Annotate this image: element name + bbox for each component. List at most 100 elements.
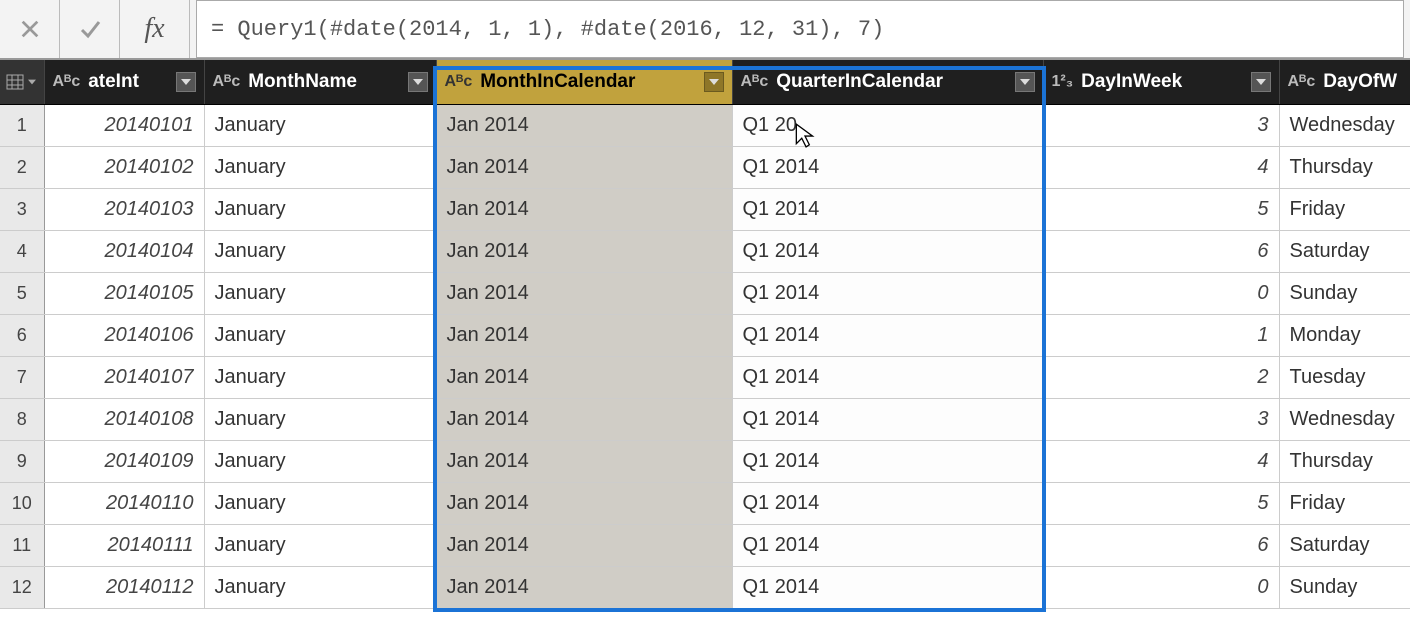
cell-mic[interactable]: Jan 2014: [436, 356, 732, 398]
table-row[interactable]: 1120140111JanuaryJan 2014Q1 20146Saturda…: [0, 524, 1410, 566]
cell-dateint[interactable]: 20140102: [44, 146, 204, 188]
cell-month[interactable]: January: [204, 314, 436, 356]
cell-month[interactable]: January: [204, 230, 436, 272]
cell-diw[interactable]: 2: [1043, 356, 1279, 398]
cell-qic[interactable]: Q1 2014: [732, 398, 1043, 440]
cell-dow[interactable]: Saturday: [1279, 524, 1410, 566]
column-header-dow[interactable]: AᴮᴄDayOfW: [1279, 60, 1410, 104]
cell-diw[interactable]: 3: [1043, 104, 1279, 146]
cell-dateint[interactable]: 20140101: [44, 104, 204, 146]
cell-rownum[interactable]: 7: [0, 356, 44, 398]
cell-rownum[interactable]: 11: [0, 524, 44, 566]
cell-month[interactable]: January: [204, 398, 436, 440]
cell-diw[interactable]: 4: [1043, 440, 1279, 482]
table-row[interactable]: 720140107JanuaryJan 2014Q1 20142Tuesday: [0, 356, 1410, 398]
cell-diw[interactable]: 5: [1043, 482, 1279, 524]
cell-dow[interactable]: Wednesday: [1279, 398, 1410, 440]
cell-dateint[interactable]: 20140110: [44, 482, 204, 524]
cell-dateint[interactable]: 20140112: [44, 566, 204, 608]
cell-mic[interactable]: Jan 2014: [436, 524, 732, 566]
cell-dow[interactable]: Friday: [1279, 188, 1410, 230]
table-row[interactable]: 620140106JanuaryJan 2014Q1 20141Monday: [0, 314, 1410, 356]
cell-dow[interactable]: Sunday: [1279, 272, 1410, 314]
cell-mic[interactable]: Jan 2014: [436, 230, 732, 272]
cell-dow[interactable]: Thursday: [1279, 146, 1410, 188]
cell-dateint[interactable]: 20140104: [44, 230, 204, 272]
cell-rownum[interactable]: 8: [0, 398, 44, 440]
column-header-diw[interactable]: 1²₃DayInWeek: [1043, 60, 1279, 104]
cell-rownum[interactable]: 9: [0, 440, 44, 482]
cell-dateint[interactable]: 20140106: [44, 314, 204, 356]
cell-qic[interactable]: Q1 2014: [732, 272, 1043, 314]
cell-dow[interactable]: Saturday: [1279, 230, 1410, 272]
column-header-mic[interactable]: AᴮᴄMonthInCalendar: [436, 60, 732, 104]
cell-diw[interactable]: 3: [1043, 398, 1279, 440]
column-header-month[interactable]: AᴮᴄMonthName: [204, 60, 436, 104]
cell-dateint[interactable]: 20140108: [44, 398, 204, 440]
cell-mic[interactable]: Jan 2014: [436, 440, 732, 482]
cell-qic[interactable]: Q1 2014: [732, 566, 1043, 608]
column-filter-button[interactable]: [704, 72, 724, 92]
cell-dateint[interactable]: 20140105: [44, 272, 204, 314]
cell-rownum[interactable]: 12: [0, 566, 44, 608]
cell-qic[interactable]: Q1 2014: [732, 314, 1043, 356]
cell-rownum[interactable]: 10: [0, 482, 44, 524]
cell-qic[interactable]: Q1 2014: [732, 230, 1043, 272]
cell-mic[interactable]: Jan 2014: [436, 146, 732, 188]
column-filter-button[interactable]: [176, 72, 196, 92]
cell-diw[interactable]: 4: [1043, 146, 1279, 188]
cell-rownum[interactable]: 4: [0, 230, 44, 272]
cell-dow[interactable]: Tuesday: [1279, 356, 1410, 398]
cell-month[interactable]: January: [204, 356, 436, 398]
table-row[interactable]: 120140101JanuaryJan 2014Q1 203Wednesday: [0, 104, 1410, 146]
cell-diw[interactable]: 0: [1043, 566, 1279, 608]
formula-input[interactable]: = Query1(#date(2014, 1, 1), #date(2016, …: [196, 0, 1404, 58]
table-row[interactable]: 1220140112JanuaryJan 2014Q1 20140Sunday: [0, 566, 1410, 608]
cell-dateint[interactable]: 20140111: [44, 524, 204, 566]
cell-dateint[interactable]: 20140103: [44, 188, 204, 230]
cell-diw[interactable]: 5: [1043, 188, 1279, 230]
cell-mic[interactable]: Jan 2014: [436, 482, 732, 524]
cell-rownum[interactable]: 2: [0, 146, 44, 188]
column-header-qic[interactable]: AᴮᴄQuarterInCalendar: [732, 60, 1043, 104]
table-row[interactable]: 920140109JanuaryJan 2014Q1 20144Thursday: [0, 440, 1410, 482]
cell-qic[interactable]: Q1 2014: [732, 356, 1043, 398]
column-filter-button[interactable]: [408, 72, 428, 92]
cell-mic[interactable]: Jan 2014: [436, 104, 732, 146]
cell-dateint[interactable]: 20140107: [44, 356, 204, 398]
table-row[interactable]: 520140105JanuaryJan 2014Q1 20140Sunday: [0, 272, 1410, 314]
cell-month[interactable]: January: [204, 272, 436, 314]
table-row[interactable]: 420140104JanuaryJan 2014Q1 20146Saturday: [0, 230, 1410, 272]
cell-month[interactable]: January: [204, 188, 436, 230]
column-filter-button[interactable]: [1015, 72, 1035, 92]
cancel-button[interactable]: [0, 0, 60, 58]
cell-diw[interactable]: 6: [1043, 524, 1279, 566]
cell-rownum[interactable]: 5: [0, 272, 44, 314]
cell-qic[interactable]: Q1 2014: [732, 482, 1043, 524]
confirm-button[interactable]: [60, 0, 120, 58]
cell-diw[interactable]: 6: [1043, 230, 1279, 272]
cell-month[interactable]: January: [204, 566, 436, 608]
cell-qic[interactable]: Q1 2014: [732, 440, 1043, 482]
column-filter-button[interactable]: [1251, 72, 1271, 92]
cell-mic[interactable]: Jan 2014: [436, 566, 732, 608]
table-corner[interactable]: [0, 60, 44, 104]
cell-mic[interactable]: Jan 2014: [436, 272, 732, 314]
cell-dow[interactable]: Wednesday: [1279, 104, 1410, 146]
cell-qic[interactable]: Q1 2014: [732, 188, 1043, 230]
cell-month[interactable]: January: [204, 482, 436, 524]
cell-dow[interactable]: Thursday: [1279, 440, 1410, 482]
cell-diw[interactable]: 1: [1043, 314, 1279, 356]
cell-month[interactable]: January: [204, 524, 436, 566]
cell-qic[interactable]: Q1 20: [732, 104, 1043, 146]
cell-dateint[interactable]: 20140109: [44, 440, 204, 482]
cell-rownum[interactable]: 3: [0, 188, 44, 230]
cell-rownum[interactable]: 1: [0, 104, 44, 146]
table-row[interactable]: 1020140110JanuaryJan 2014Q1 20145Friday: [0, 482, 1410, 524]
cell-mic[interactable]: Jan 2014: [436, 314, 732, 356]
cell-dow[interactable]: Sunday: [1279, 566, 1410, 608]
cell-diw[interactable]: 0: [1043, 272, 1279, 314]
cell-dow[interactable]: Friday: [1279, 482, 1410, 524]
cell-dow[interactable]: Monday: [1279, 314, 1410, 356]
table-row[interactable]: 220140102JanuaryJan 2014Q1 20144Thursday: [0, 146, 1410, 188]
